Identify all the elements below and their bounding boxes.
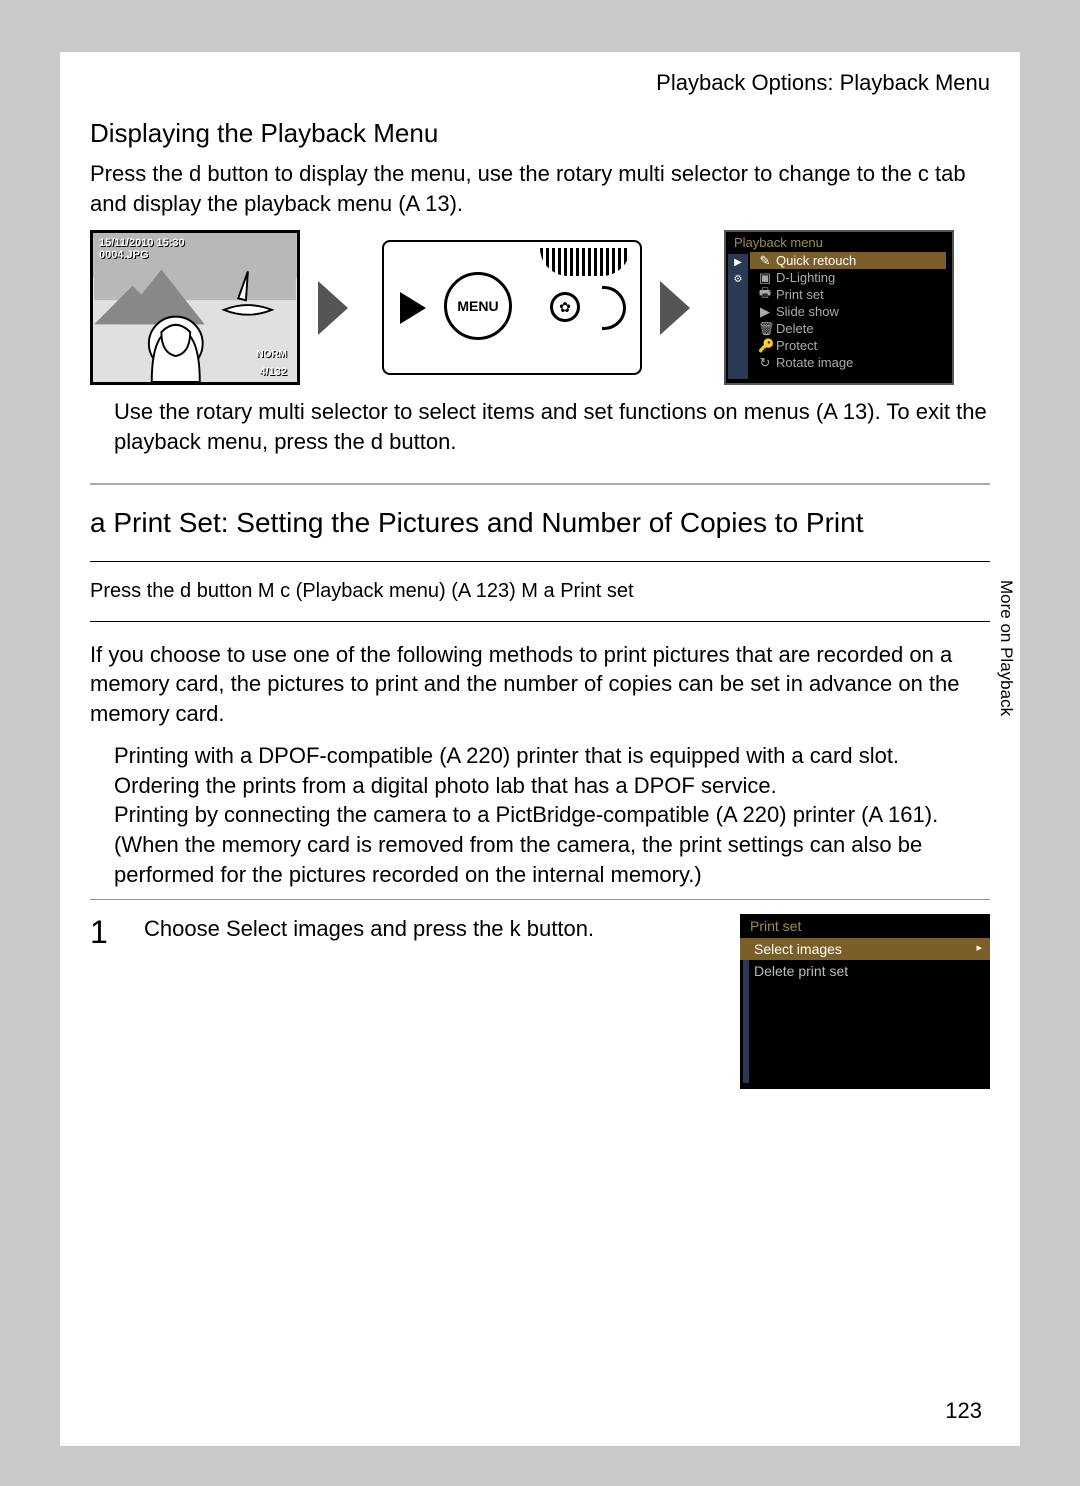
left-scroll-bar [743, 940, 749, 1083]
illustration-row: 15/11/2010 15:30 0004.JPG NORM 4/132 MEN… [90, 230, 990, 385]
arrow-right-icon [318, 281, 364, 335]
macro-button-icon: ✿ [550, 292, 580, 322]
step-1-row: 1 Choose Select images and press the k b… [90, 899, 990, 1089]
menu-item-rotate-image: ↻Rotate image [750, 354, 946, 371]
menu-item-delete: 🗑Delete [750, 320, 946, 337]
camera-back-illustration: MENU ✿ [382, 240, 642, 375]
page-number: 123 [945, 1398, 982, 1424]
menu-item-quick-retouch: ✎Quick retouch [750, 252, 946, 269]
side-chapter-tab: More on Playback [992, 572, 1020, 724]
bullet-2: Ordering the prints from a digital photo… [90, 771, 990, 801]
menu-path-box: Press the d button M c (Playback menu) (… [90, 561, 990, 622]
menu-item-protect: 🔑Protect [750, 337, 946, 354]
intro-paragraph-2: Use the rotary multi selector to select … [114, 397, 990, 456]
press-arrow-icon [400, 292, 426, 324]
intro-paragraph-1: Press the d button to display the menu, … [90, 159, 990, 218]
print-set-title: Print set [740, 914, 990, 938]
playback-menu-screen: Playback menu ▶ ⚙ ▸ ✎Quick retouch ▣D-Li… [724, 230, 954, 385]
print-set-item-select-images: Select images [740, 938, 990, 960]
playback-screen-illustration: 15/11/2010 15:30 0004.JPG NORM 4/132 [90, 230, 300, 385]
section-title: Displaying the Playback Menu [90, 118, 990, 149]
menu-item-print-set: 🖶Print set [750, 286, 946, 303]
menu-left-tab-bar: ▶ ⚙ [728, 254, 748, 379]
bullet-3: Printing by connecting the camera to a P… [90, 800, 990, 889]
menu-item-slide-show: ▶Slide show [750, 303, 946, 320]
menu-button: MENU [444, 272, 512, 340]
main-paragraph: If you choose to use one of the followin… [90, 640, 990, 729]
print-set-screen: Print set Select images Delete print set [740, 914, 990, 1089]
timestamp-overlay: 15/11/2010 15:30 0004.JPG [99, 237, 185, 261]
content-area: Playback Options: Playback Menu Displayi… [60, 52, 1020, 1446]
step-number: 1 [90, 914, 120, 1089]
quality-overlay: NORM [256, 349, 287, 360]
section-divider [90, 483, 990, 485]
print-set-item-delete: Delete print set [740, 960, 990, 982]
menu-list: ✎Quick retouch ▣D-Lighting 🖶Print set ▶S… [744, 252, 952, 371]
step-text: Choose Select images and press the k but… [144, 914, 716, 1089]
page: Playback Options: Playback Menu Displayi… [0, 0, 1080, 1486]
menu-item-d-lighting: ▣D-Lighting [750, 269, 946, 286]
bullet-1: Printing with a DPOF-compatible (A 220) … [90, 741, 990, 771]
arrow-right-icon [660, 281, 706, 335]
grip-hatch [540, 248, 630, 276]
main-heading: a Print Set: Setting the Pictures and Nu… [90, 507, 990, 539]
header-breadcrumb: Playback Options: Playback Menu [90, 70, 990, 96]
dial-fragment [602, 286, 626, 330]
menu-title: Playback menu [726, 232, 952, 252]
counter-overlay: 4/132 [259, 366, 287, 378]
